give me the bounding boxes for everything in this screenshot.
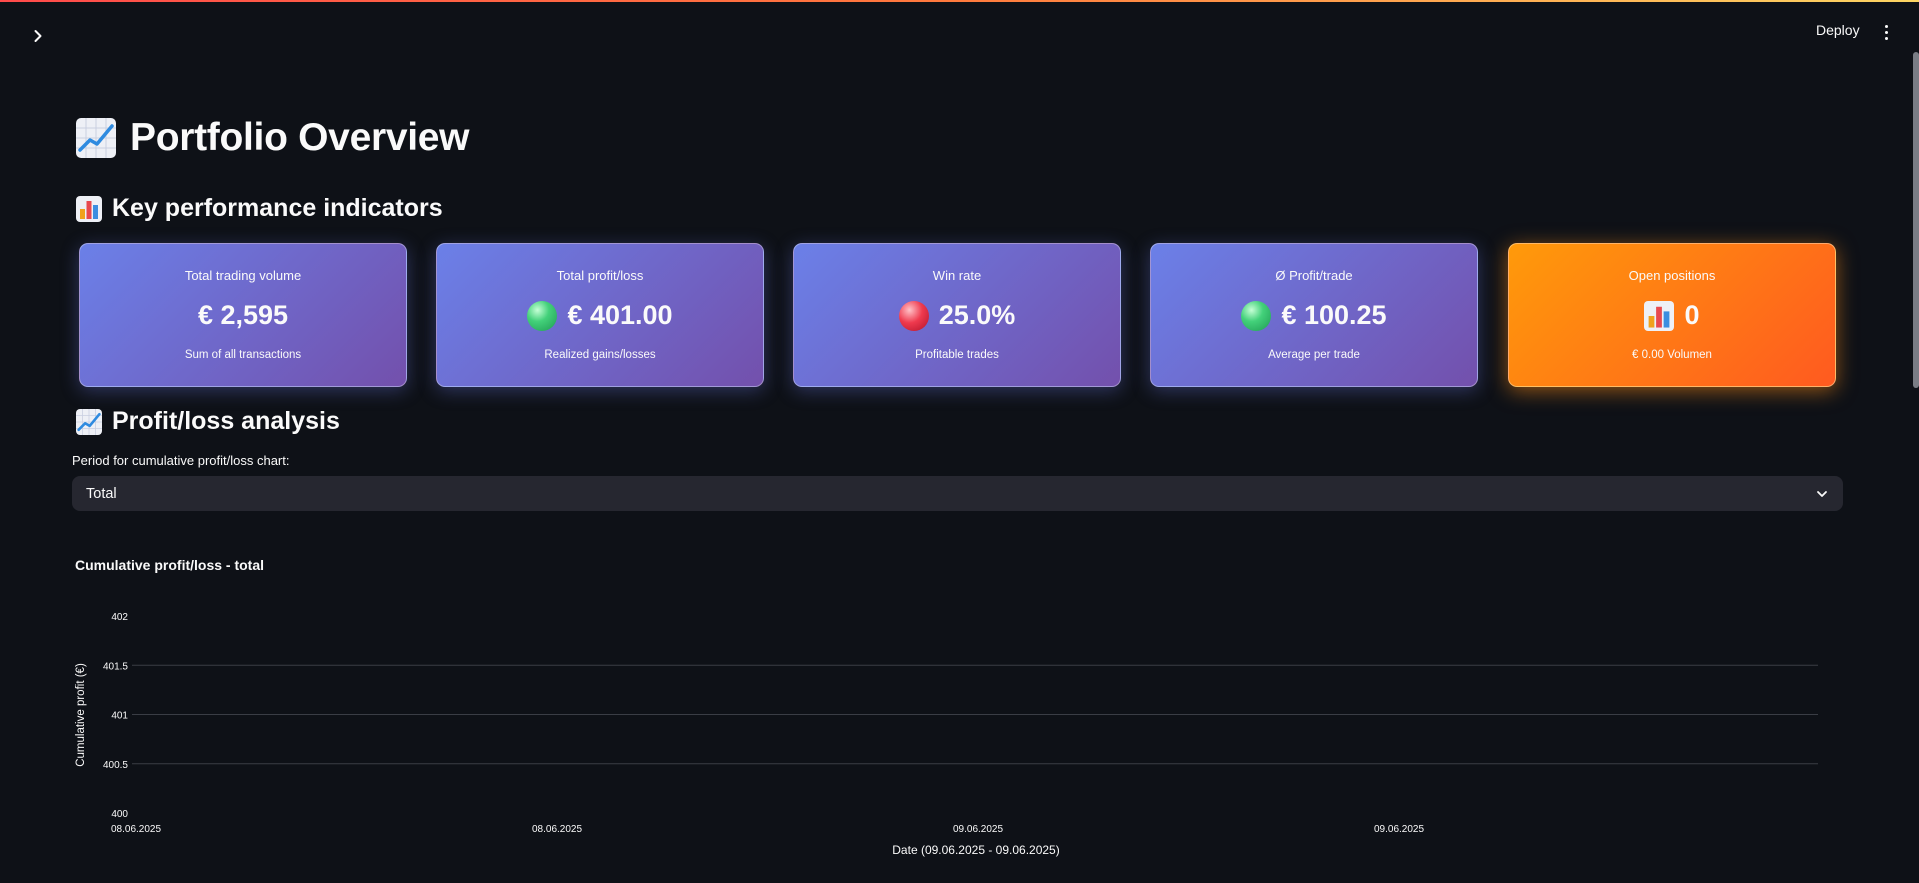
- chart-increasing-icon: [76, 118, 116, 158]
- period-select-value: Total: [86, 485, 117, 502]
- kpi-subtext: Sum of all transactions: [184, 349, 302, 361]
- kpi-heading-text: Key performance indicators: [112, 194, 443, 222]
- y-tick-label: 401.5: [103, 661, 128, 672]
- y-tick-label: 400.5: [103, 760, 128, 771]
- cumulative-pl-chart: Cumulative profit/loss - total 402 401.5 4…: [75, 557, 1818, 857]
- kpi-value: € 2,595: [197, 300, 289, 330]
- chart-title: Cumulative profit/loss - total: [75, 557, 264, 573]
- kpi-value: 25.0%: [938, 300, 1016, 330]
- kpi-heading: Key performance indicators: [76, 194, 443, 223]
- green-circle-icon: [527, 300, 558, 331]
- y-tick-label: 401: [111, 711, 128, 722]
- kpi-subtext: Realized gains/losses: [544, 349, 656, 361]
- analysis-heading: Profit/loss analysis: [76, 407, 340, 436]
- kpi-label: Win rate: [932, 268, 982, 283]
- chevron-right-icon: [34, 30, 42, 42]
- page-title-text: Portfolio Overview: [130, 116, 470, 159]
- kpi-subtext: Average per trade: [1268, 349, 1360, 361]
- kpi-value: € 100.25: [1281, 300, 1387, 330]
- kpi-card-trading-volume: Total trading volume € 2,595 Sum of all …: [79, 243, 407, 387]
- page-title: Portfolio Overview: [76, 116, 469, 160]
- kpi-subtext: Profitable trades: [915, 349, 999, 361]
- y-tick-label: 400: [111, 809, 128, 820]
- analysis-heading-text: Profit/loss analysis: [112, 407, 340, 435]
- kpi-card-win-rate: Win rate 25.0% Profitable trades: [793, 243, 1121, 387]
- kpi-label: Ø Profit/trade: [1275, 268, 1353, 283]
- more-vertical-icon[interactable]: [1880, 20, 1892, 44]
- kpi-card-avg-profit: Ø Profit/trade € 100.25 Average per trad…: [1150, 243, 1478, 387]
- green-circle-icon: [1241, 300, 1272, 331]
- kpi-label: Total trading volume: [184, 268, 302, 283]
- kpi-label: Open positions: [1628, 268, 1716, 283]
- x-tick-label: 09.06.2025: [1374, 824, 1424, 835]
- kpi-card-profit-loss: Total profit/loss € 401.00 Realized gain…: [436, 243, 764, 387]
- kpi-card-open-positions: Open positions 0 € 0.00 Volumen: [1508, 243, 1836, 387]
- kpi-label: Total profit/loss: [556, 268, 644, 283]
- x-tick-label: 08.06.2025: [532, 824, 582, 835]
- x-tick-label: 08.06.2025: [111, 824, 161, 835]
- y-axis-label: Cumulative profit (€): [75, 663, 87, 767]
- bar-chart-icon: [76, 195, 102, 222]
- top-accent-bar: [0, 0, 1919, 2]
- x-axis-label: Date (09.06.2025 - 09.06.2025): [892, 843, 1059, 857]
- deploy-button[interactable]: Deploy: [1816, 22, 1860, 38]
- scrollbar[interactable]: [1913, 52, 1919, 388]
- red-circle-icon: [898, 300, 929, 331]
- x-tick-label: 09.06.2025: [953, 824, 1003, 835]
- chart-increasing-icon: [76, 408, 102, 435]
- kpi-value: € 401.00: [567, 300, 673, 330]
- kpi-value: 0: [1684, 300, 1700, 330]
- sidebar-expand-button[interactable]: [26, 24, 50, 48]
- chevron-down-icon: [1817, 490, 1827, 497]
- period-select-label: Period for cumulative profit/loss chart:: [72, 453, 290, 468]
- period-select[interactable]: Total: [72, 476, 1843, 511]
- kpi-subtext: € 0.00 Volumen: [1632, 349, 1712, 361]
- y-tick-label: 402: [111, 612, 128, 623]
- bar-chart-icon: [1644, 300, 1675, 331]
